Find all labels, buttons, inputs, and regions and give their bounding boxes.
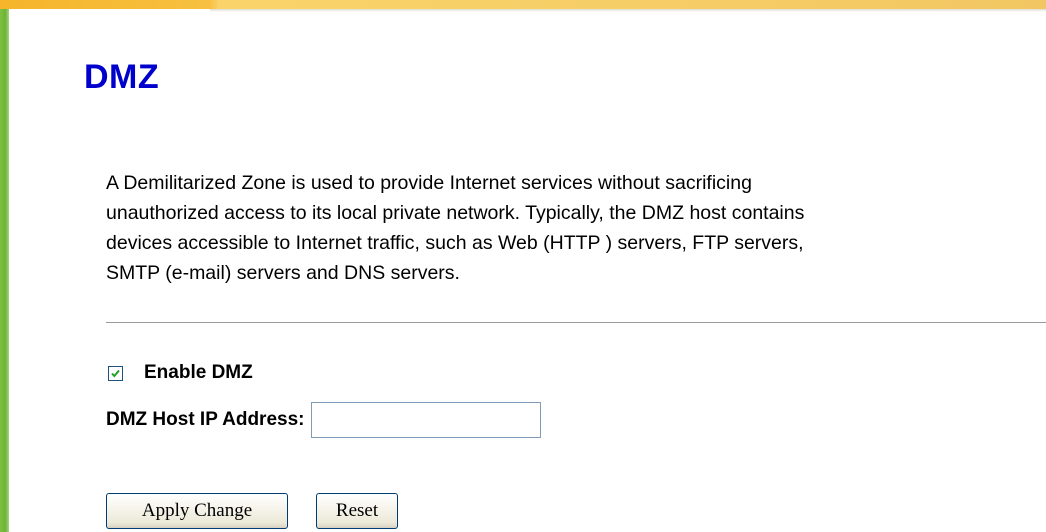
section-divider <box>106 322 1046 324</box>
host-ip-row: DMZ Host IP Address: <box>106 399 542 441</box>
frame-top-shadow <box>210 9 1046 12</box>
enable-dmz-label: Enable DMZ <box>144 362 253 383</box>
host-ip-label: DMZ Host IP Address: <box>106 409 305 430</box>
checkmark-icon <box>111 369 120 378</box>
dmz-description: A Demilitarized Zone is used to provide … <box>106 172 805 284</box>
page-title: DMZ <box>84 58 160 96</box>
apply-change-button[interactable]: Apply Change <box>106 493 288 529</box>
enable-dmz-checkbox[interactable] <box>108 365 123 381</box>
frame-left-bar <box>0 0 9 532</box>
reset-button[interactable]: Reset <box>316 493 398 529</box>
frame-top-bar <box>0 0 1046 9</box>
enable-dmz-row: Enable DMZ <box>108 360 253 386</box>
host-ip-input[interactable] <box>311 402 542 438</box>
